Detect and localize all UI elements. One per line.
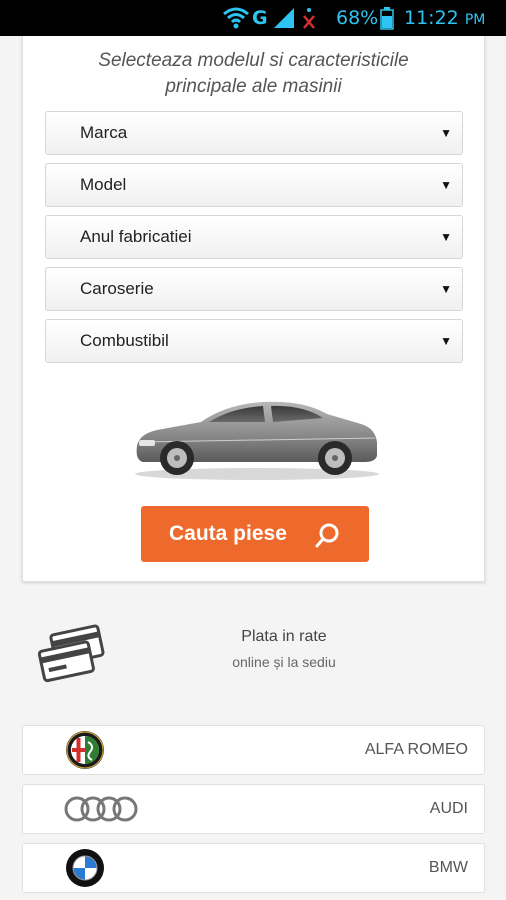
signal-icon bbox=[274, 8, 294, 28]
dropdown-arrow-icon: ▼ bbox=[440, 178, 452, 192]
sim-alert-icon bbox=[303, 8, 315, 29]
search-card: Selecteaza modelul si caracteristicile p… bbox=[22, 36, 485, 582]
dropdown-arrow-icon: ▼ bbox=[440, 334, 452, 348]
marca-select-label: Marca bbox=[80, 123, 128, 142]
intro-text: Selecteaza modelul si caracteristicile p… bbox=[23, 48, 484, 100]
payment-subtitle: online și la sediu bbox=[232, 654, 336, 670]
wifi-icon bbox=[223, 7, 249, 29]
search-icon bbox=[315, 523, 339, 548]
clock-time: 11:22 bbox=[404, 7, 459, 29]
search-parts-button-label: Cauta piese bbox=[169, 522, 287, 545]
intro-line-2: principale ale masinii bbox=[165, 76, 342, 97]
dropdown-arrow-icon: ▼ bbox=[440, 282, 452, 296]
fuel-select[interactable]: Combustibil ▼ bbox=[45, 319, 463, 363]
fuel-select-label: Combustibil bbox=[80, 331, 169, 350]
intro-line-1: Selecteaza modelul si caracteristicile bbox=[98, 50, 409, 71]
model-select[interactable]: Model ▼ bbox=[45, 163, 463, 207]
car-image bbox=[135, 401, 379, 480]
body-type-select[interactable]: Caroserie ▼ bbox=[45, 267, 463, 311]
battery-icon bbox=[380, 7, 394, 30]
brand-item-bmw[interactable]: BMW bbox=[22, 843, 485, 893]
credit-cards-icon bbox=[38, 624, 105, 683]
body-type-select-label: Caroserie bbox=[80, 279, 154, 298]
brand-name-audi: AUDI bbox=[429, 800, 468, 817]
brand-name-bmw: BMW bbox=[428, 859, 468, 876]
payment-title: Plata in rate bbox=[241, 628, 327, 645]
dropdown-arrow-icon: ▼ bbox=[440, 126, 452, 140]
audi-logo-icon bbox=[64, 796, 138, 822]
clock-ampm: PM bbox=[464, 12, 486, 28]
year-select[interactable]: Anul fabricatiei ▼ bbox=[45, 215, 463, 259]
search-parts-button[interactable]: Cauta piese bbox=[141, 506, 369, 562]
marca-select[interactable]: Marca ▼ bbox=[45, 111, 463, 155]
network-type: G bbox=[252, 7, 268, 29]
alfa-romeo-logo-icon bbox=[66, 731, 104, 769]
brand-item-alfa-romeo[interactable]: ALFA ROMEO bbox=[22, 725, 485, 775]
bmw-logo-icon bbox=[66, 849, 104, 887]
brand-name-alfa-romeo: ALFA ROMEO bbox=[364, 741, 468, 758]
status-bar: G 68% 11:22 PM bbox=[0, 0, 506, 36]
model-select-label: Model bbox=[80, 175, 127, 194]
battery-level: 68% bbox=[336, 7, 379, 29]
brand-item-audi[interactable]: AUDI bbox=[22, 784, 485, 834]
year-select-label: Anul fabricatiei bbox=[80, 227, 192, 246]
clock: 11:22 PM bbox=[404, 6, 485, 32]
dropdown-arrow-icon: ▼ bbox=[440, 230, 452, 244]
